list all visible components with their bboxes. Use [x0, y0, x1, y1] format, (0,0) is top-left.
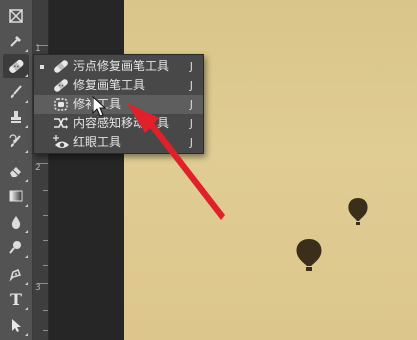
path-selection-icon[interactable]	[3, 313, 29, 337]
menu-item-red-eye[interactable]: 红眼工具 J	[34, 133, 203, 152]
document-canvas[interactable]	[124, 0, 417, 340]
menu-item-healing-brush[interactable]: 修复画笔工具 J	[34, 76, 203, 95]
menu-item-shortcut: J	[189, 98, 193, 111]
menu-item-spot-healing-brush[interactable]: 污点修复画笔工具 J	[34, 57, 203, 76]
gradient-icon[interactable]	[3, 184, 29, 208]
menu-item-label: 污点修复画笔工具	[73, 59, 170, 73]
hot-air-balloon-large	[296, 239, 322, 271]
spot-healing-brush-icon	[54, 60, 68, 73]
clone-stamp-icon[interactable]	[3, 105, 29, 129]
menu-item-label: 修复画笔工具	[73, 78, 146, 92]
healing-brush-icon	[54, 79, 68, 92]
type-icon[interactable]: T	[3, 287, 29, 311]
content-aware-move-icon	[54, 117, 68, 129]
healing-tools-flyout-menu: 污点修复画笔工具 J 修复画笔工具 J 修补工具 J 内容感知移动工具 J 红眼…	[33, 54, 204, 154]
crop-slice-icon[interactable]	[3, 4, 29, 28]
menu-item-shortcut: J	[189, 79, 193, 92]
menu-item-label: 红眼工具	[73, 135, 122, 149]
ruler-mark: 2	[35, 163, 41, 173]
menu-item-shortcut: J	[189, 60, 193, 73]
pen-icon[interactable]	[3, 262, 29, 286]
vertical-ruler: 1 2 3	[33, 0, 49, 340]
active-tool-indicator	[40, 64, 44, 69]
menu-item-label: 修补工具	[73, 97, 122, 111]
menu-item-shortcut: J	[189, 136, 193, 149]
dodge-icon[interactable]	[3, 235, 29, 259]
eraser-icon[interactable]	[3, 159, 29, 183]
red-eye-icon	[53, 135, 69, 148]
type-tool-label: T	[10, 289, 22, 309]
menu-item-patch-tool[interactable]: 修补工具 J	[34, 95, 203, 114]
hot-air-balloon-small	[348, 198, 368, 225]
menu-item-content-aware-move[interactable]: 内容感知移动工具 J	[34, 114, 203, 133]
history-brush-icon[interactable]	[3, 130, 29, 154]
menu-item-shortcut: J	[189, 117, 193, 130]
menu-item-label: 内容感知移动工具	[73, 116, 170, 130]
blur-icon[interactable]	[3, 210, 29, 234]
tools-panel: T	[0, 0, 33, 340]
healing-brush-icon[interactable]	[3, 54, 29, 78]
eyedropper-icon[interactable]	[3, 29, 29, 53]
patch-icon	[54, 98, 68, 111]
ruler-mark: 3	[35, 283, 41, 293]
brush-icon[interactable]	[3, 80, 29, 104]
pasteboard	[49, 0, 124, 340]
ruler-mark: 1	[35, 44, 41, 54]
